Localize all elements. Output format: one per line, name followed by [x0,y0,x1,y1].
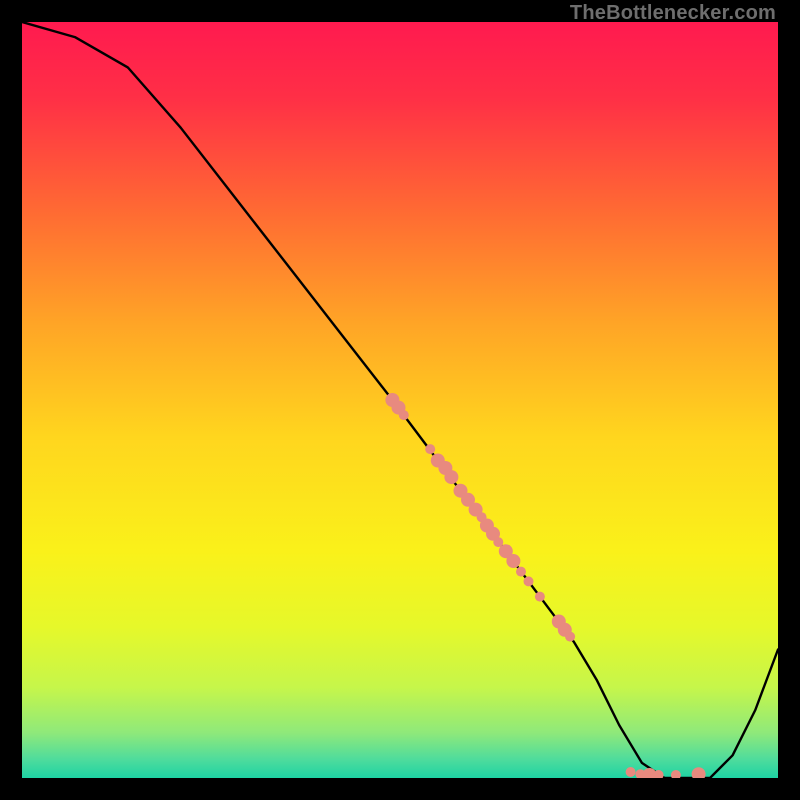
data-point [524,576,534,586]
chart-frame [22,22,778,778]
chart-background [22,22,778,778]
data-point [399,410,409,420]
data-point [506,554,520,568]
chart-svg [22,22,778,778]
data-point [535,592,545,602]
data-point [444,470,458,484]
data-point [425,444,435,454]
data-point [626,767,636,777]
data-point [565,632,575,642]
data-point [516,567,526,577]
